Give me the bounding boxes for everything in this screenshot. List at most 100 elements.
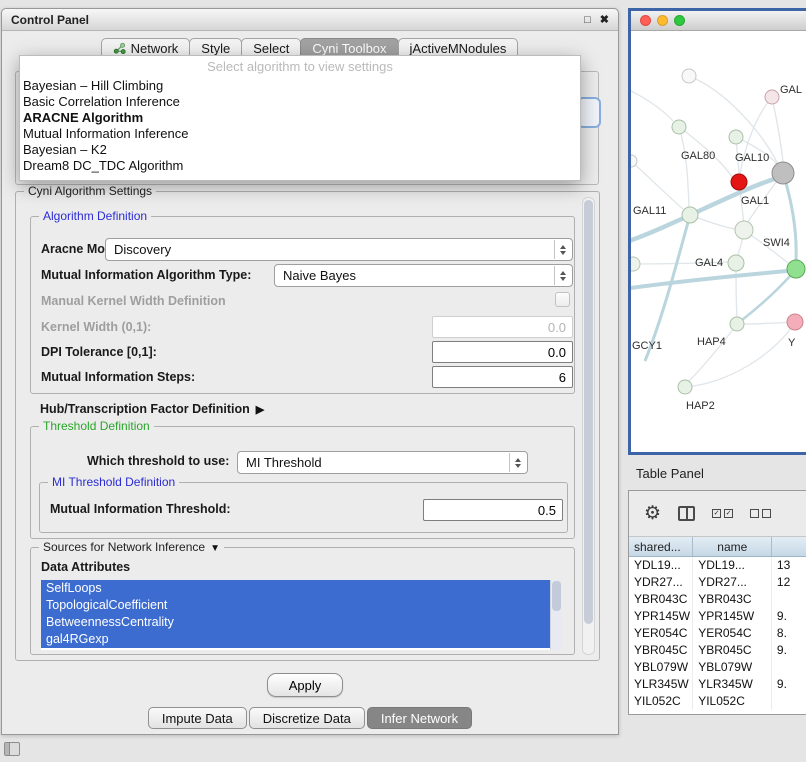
aracne-mode-select[interactable]: Discovery [105,238,573,261]
dpi-tolerance-label: DPI Tolerance [0,1]: [41,345,157,360]
table-cell [772,591,806,608]
attribute-item-topologicalcoefficient[interactable]: TopologicalCoefficient [41,597,550,614]
algorithm-option-dream8-dc-tdc-algorithm[interactable]: Dream8 DC_TDC Algorithm [20,158,580,174]
network-edge[interactable] [631,161,683,209]
mi-algorithm-type-select[interactable]: Naive Bayes [274,264,573,287]
network-node[interactable] [772,162,794,184]
network-node[interactable] [678,380,692,394]
table-cell: YPR145W [629,608,693,625]
algorithm-definition-legend: Algorithm Definition [39,209,151,223]
columns-icon[interactable] [678,506,695,521]
network-edge[interactable] [631,271,787,289]
network-node[interactable] [682,69,696,83]
column-header-name[interactable]: name [693,537,772,556]
table-row[interactable]: YLR345WYLR345W9. [629,676,806,693]
network-node-label: HAP4 [697,336,726,348]
network-edge[interactable] [689,324,737,381]
close-window-icon[interactable] [640,15,651,26]
table-row[interactable]: YBR045CYBR045C9. [629,642,806,659]
settings-vertical-scrollbar[interactable] [582,197,595,655]
select-all-icon[interactable]: ✓✓ [712,509,733,518]
mi-threshold-field[interactable] [423,499,563,521]
empty-checkbox-icon [762,509,771,518]
float-window-icon[interactable]: □ [584,14,591,26]
scrollbar-thumb[interactable] [584,200,593,624]
apply-button[interactable]: Apply [267,673,343,697]
network-node[interactable] [672,120,686,134]
algorithm-option-bayesian-hill-climbing[interactable]: Bayesian – Hill Climbing [20,78,580,94]
gear-icon[interactable]: ⚙ [644,504,661,523]
attributes-list-scrollbar[interactable] [550,580,562,650]
network-node[interactable] [729,130,743,144]
attribute-item-gal4rgexp[interactable]: gal4RGexp [41,631,550,648]
network-node-label: GAL11 [633,205,666,217]
table-row[interactable]: YDL19...YDL19...13 [629,557,806,574]
network-edge[interactable] [679,127,689,207]
data-attributes-list[interactable]: SelfLoopsTopologicalCoefficientBetweenne… [41,580,562,650]
bottom-tab-impute-data[interactable]: Impute Data [148,707,247,729]
network-node[interactable] [730,317,744,331]
algorithm-option-aracne-algorithm[interactable]: ARACNE Algorithm [20,110,580,126]
hub-transcription-factor-section[interactable]: Hub/Transcription Factor Definition ▶ [40,402,264,416]
column-header-col2[interactable] [772,537,806,556]
network-view-window: GALGAL80GAL10GAL11GAL1SWI4GAL4GCY1HAP4YH… [628,8,806,455]
deselect-all-icon[interactable] [750,509,771,518]
network-edge[interactable] [742,269,796,320]
network-edge[interactable] [772,97,783,162]
attribute-item-betweennesscentrality[interactable]: BetweennessCentrality [41,614,550,631]
network-canvas[interactable]: GALGAL80GAL10GAL11GAL1SWI4GAL4GCY1HAP4YH… [631,31,806,452]
table-cell: YDR27... [693,574,772,591]
expand-right-icon[interactable]: ▶ [256,403,264,416]
table-header-row: shared...name [629,537,806,557]
network-node[interactable] [682,207,698,223]
table-cell: YPR145W [693,608,772,625]
network-node[interactable] [787,314,803,330]
combo-stepper-icon [509,453,526,472]
bottom-tab-discretize-data[interactable]: Discretize Data [249,707,365,729]
table-cell: YBR043C [629,591,693,608]
table-row[interactable]: YBR043CYBR043C [629,591,806,608]
close-panel-icon[interactable]: ✖ [600,13,609,26]
hidden-panel-icon[interactable] [4,742,20,756]
minimize-window-icon[interactable] [657,15,668,26]
attribute-item-selfloops[interactable]: SelfLoops [41,580,550,597]
table-cell: YDL19... [629,557,693,574]
table-row[interactable]: YIL052CYIL052C [629,693,806,710]
table-cell: YLR345W [693,676,772,693]
control-panel-titlebar[interactable]: Control Panel □ ✖ [2,9,618,31]
network-node[interactable] [631,257,640,271]
network-node[interactable] [731,174,747,190]
network-edge[interactable] [631,91,673,121]
table-row[interactable]: YPR145WYPR145W9. [629,608,806,625]
network-node[interactable] [787,260,805,278]
network-svg[interactable]: GALGAL80GAL10GAL11GAL1SWI4GAL4GCY1HAP4YH… [631,31,806,452]
check-icon: ✓ [724,509,733,518]
table-cell: 13 [772,557,806,574]
network-node[interactable] [735,221,753,239]
column-header-shared[interactable]: shared... [629,537,693,556]
network-window-titlebar[interactable] [631,11,806,31]
network-node-label: Y [788,337,796,349]
mi-algorithm-type-label: Mutual Information Algorithm Type: [41,268,251,283]
kernel-width-field[interactable] [432,316,573,338]
which-threshold-select[interactable]: MI Threshold [237,451,528,474]
algorithm-option-bayesian-k2[interactable]: Bayesian – K2 [20,142,580,158]
popup-placeholder: Select algorithm to view settings [20,56,580,78]
table-cell: 9. [772,676,806,693]
zoom-window-icon[interactable] [674,15,685,26]
bottom-tab-infer-network[interactable]: Infer Network [367,707,472,729]
manual-kernel-width-checkbox[interactable] [555,292,570,307]
table-row[interactable]: YDR27...YDR27...12 [629,574,806,591]
network-node[interactable] [728,255,744,271]
table-cell: 9. [772,642,806,659]
scrollbar-thumb[interactable] [552,581,561,611]
network-node[interactable] [765,90,779,104]
algorithm-option-basic-correlation-inference[interactable]: Basic Correlation Inference [20,94,580,110]
network-node-label: GAL4 [695,257,723,269]
table-row[interactable]: YER054CYER054C8. [629,625,806,642]
dpi-tolerance-field[interactable] [432,341,573,363]
table-row[interactable]: YBL079WYBL079W [629,659,806,676]
mi-steps-field[interactable] [432,366,573,388]
algorithm-option-mutual-information-inference[interactable]: Mutual Information Inference [20,126,580,142]
collapse-down-icon[interactable]: ▼ [210,543,220,554]
